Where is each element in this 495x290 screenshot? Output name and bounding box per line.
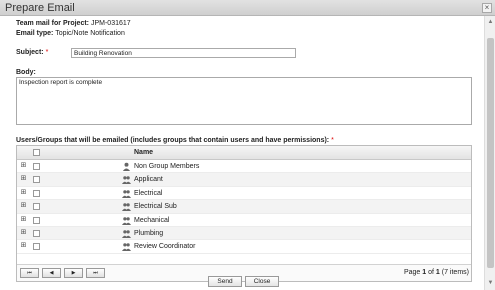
expand-icon[interactable]: ⊞	[20, 216, 27, 224]
row-checkbox[interactable]	[33, 243, 40, 251]
email-type-label: Email type:	[16, 30, 54, 37]
name-column-header[interactable]: Name	[134, 149, 153, 156]
select-all-checkbox[interactable]	[33, 149, 40, 156]
expand-icon[interactable]: ⊞	[20, 229, 27, 237]
group-icon	[122, 176, 131, 185]
users-required-marker: *	[331, 137, 334, 144]
subject-label-row: Subject: *	[16, 49, 48, 56]
grid-pager: ⏮ ◀ ▶ ⏭ Page 1 of 1 (7 items)	[17, 264, 471, 281]
first-page-button[interactable]: ⏮	[20, 268, 39, 278]
project-label: Team mail for Project:	[16, 20, 90, 27]
dialog-title: Prepare Email	[5, 2, 75, 14]
expand-icon[interactable]: ⊞	[20, 202, 27, 210]
subject-label: Subject:	[16, 49, 44, 56]
user-icon	[122, 162, 131, 171]
row-checkbox[interactable]	[33, 203, 40, 211]
row-name: Review Coordinator	[134, 243, 196, 251]
expand-icon[interactable]: ⊞	[20, 162, 27, 170]
group-icon	[122, 230, 131, 238]
row-name: Electrical	[134, 189, 163, 197]
pager-total-pages: 1	[435, 269, 440, 276]
row-name: Plumbing	[134, 229, 164, 237]
group-icon	[122, 216, 131, 225]
next-page-button[interactable]: ▶	[64, 268, 83, 278]
users-groups-label-row: Users/Groups that will be emailed (inclu…	[16, 137, 334, 144]
row-checkbox[interactable]	[33, 176, 40, 184]
group-icon	[122, 243, 131, 252]
send-button[interactable]: Send	[208, 276, 242, 287]
row-name: Non Group Members	[134, 163, 200, 170]
pager-current-page: 1	[422, 269, 427, 276]
row-name: Electrical Sub	[134, 203, 177, 211]
last-page-button[interactable]: ⏭	[86, 268, 105, 278]
email-type-value: Topic/Note Notification	[55, 30, 125, 37]
dialog-content: Team mail for Project: JPM-031617 Email …	[0, 16, 484, 290]
grid-row: ⊞ Electrical Sub	[17, 200, 471, 214]
grid-row: ⊞ Mechanical	[17, 214, 471, 227]
grid-header: Name	[17, 146, 471, 160]
scrollbar-thumb[interactable]	[487, 38, 494, 268]
grid-row: ⊞ Non Group Members	[17, 160, 471, 174]
row-name: Applicant	[134, 176, 163, 184]
dialog-scrollbar[interactable]: ▲ ▼	[484, 16, 495, 290]
prev-page-button[interactable]: ◀	[42, 268, 61, 278]
row-name: Mechanical	[134, 216, 170, 224]
close-icon[interactable]: ×	[482, 3, 492, 13]
pager-prefix: Page	[403, 269, 421, 276]
grid-row: ⊞ Plumbing	[17, 226, 471, 241]
grid-row: ⊞ Applicant	[17, 173, 471, 187]
body-textarea[interactable]: Inspection report is complete	[16, 77, 472, 125]
scroll-up-icon[interactable]: ▲	[486, 18, 495, 27]
grid-row: ⊞ Review Coordinator	[17, 240, 471, 254]
pager-items: (7 items)	[441, 269, 469, 276]
users-groups-grid: Name ⊞ Non Group Members ⊞ Applicant ⊞ E…	[16, 145, 472, 282]
group-icon	[122, 190, 131, 198]
expand-icon[interactable]: ⊞	[20, 175, 27, 183]
row-checkbox[interactable]	[33, 216, 40, 224]
pager-of: of	[428, 269, 434, 276]
close-button[interactable]: Close	[245, 276, 279, 287]
row-checkbox[interactable]	[33, 163, 40, 170]
email-type-info: Email type: Topic/Note Notification	[16, 30, 125, 37]
subject-input[interactable]	[71, 48, 296, 58]
dialog-titlebar: Prepare Email ×	[0, 0, 495, 16]
row-checkbox[interactable]	[33, 229, 40, 237]
body-label: Body:	[16, 69, 36, 76]
expand-icon[interactable]: ⊞	[20, 189, 27, 197]
subject-required-marker: *	[45, 49, 49, 56]
project-info: Team mail for Project: JPM-031617	[16, 20, 131, 27]
scroll-down-icon[interactable]: ▼	[486, 279, 495, 288]
users-groups-label: Users/Groups that will be emailed (inclu…	[16, 137, 330, 144]
group-icon	[122, 203, 131, 212]
grid-row: ⊞ Electrical	[17, 187, 471, 201]
expand-icon[interactable]: ⊞	[20, 242, 27, 250]
row-checkbox[interactable]	[33, 189, 40, 197]
project-value: JPM-031617	[90, 20, 131, 27]
pager-info: Page 1 of 1 (7 items)	[404, 269, 469, 276]
